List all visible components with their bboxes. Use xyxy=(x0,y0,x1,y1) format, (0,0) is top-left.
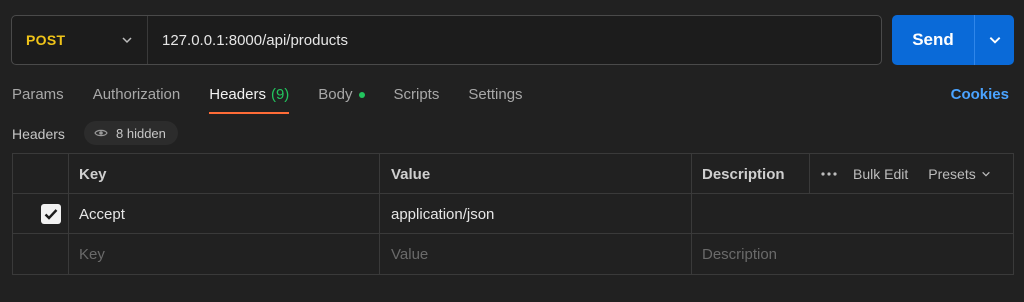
chevron-down-icon xyxy=(981,171,990,177)
body-indicator-dot-icon xyxy=(358,92,365,98)
new-description-input[interactable]: Description xyxy=(702,234,777,274)
chevron-down-icon xyxy=(989,37,1000,44)
hidden-headers-toggle[interactable]: 8 hidden xyxy=(84,121,178,145)
checkmark-icon xyxy=(44,209,58,220)
bulk-edit-button[interactable]: Bulk Edit xyxy=(853,166,908,182)
column-header-value: Value xyxy=(391,165,431,183)
table-tools: Bulk Edit Presets xyxy=(821,154,991,194)
presets-dropdown[interactable]: Presets xyxy=(928,166,990,182)
table-header-row: Key Value Description Bulk Edit Presets xyxy=(13,154,1013,194)
send-button[interactable]: Send xyxy=(892,15,974,65)
tab-settings[interactable]: Settings xyxy=(468,80,522,114)
tab-label: Scripts xyxy=(393,86,440,103)
column-header-description: Description xyxy=(702,165,785,183)
presets-label: Presets xyxy=(928,166,976,182)
send-options-button[interactable] xyxy=(975,15,1014,65)
send-button-group: Send xyxy=(892,15,1014,65)
header-description-cell[interactable] xyxy=(702,194,1002,234)
method-label: POST xyxy=(26,32,66,48)
hidden-headers-label: 8 hidden xyxy=(116,125,166,141)
method-select[interactable]: POST xyxy=(12,16,148,64)
tab-authorization[interactable]: Authorization xyxy=(93,80,181,114)
chevron-down-icon xyxy=(122,37,132,44)
headers-table: Key Value Description Bulk Edit Presets … xyxy=(12,153,1014,275)
header-enabled-checkbox[interactable] xyxy=(41,204,61,224)
table-row-new: Key Value Description xyxy=(13,234,1013,274)
new-key-input[interactable]: Key xyxy=(79,234,105,274)
cookies-link[interactable]: Cookies xyxy=(951,86,1009,103)
tab-label: Authorization xyxy=(92,86,181,103)
table-row: Accept application/json xyxy=(13,194,1013,234)
tab-label: Headers xyxy=(209,86,266,103)
headers-count-badge: (9) xyxy=(270,86,290,103)
tab-label: Settings xyxy=(468,86,523,103)
headers-section-title: Headers xyxy=(12,126,65,142)
url-input[interactable] xyxy=(148,15,881,65)
tab-body[interactable]: Body xyxy=(318,80,365,114)
tab-params[interactable]: Params xyxy=(12,80,64,114)
tab-scripts[interactable]: Scripts xyxy=(394,80,440,114)
header-key-cell[interactable]: Accept xyxy=(79,194,125,234)
column-header-key: Key xyxy=(79,165,107,183)
eye-icon xyxy=(94,129,108,137)
more-options-icon[interactable] xyxy=(821,172,837,176)
request-url-bar: POST xyxy=(11,15,882,65)
tab-headers[interactable]: Headers (9) xyxy=(209,80,290,114)
tab-label: Params xyxy=(12,86,64,103)
new-value-input[interactable]: Value xyxy=(391,234,428,274)
header-value-cell[interactable]: application/json xyxy=(391,194,494,234)
tab-label: Body xyxy=(318,86,353,103)
request-tabs: Params Authorization Headers (9) Body Sc… xyxy=(12,80,552,114)
